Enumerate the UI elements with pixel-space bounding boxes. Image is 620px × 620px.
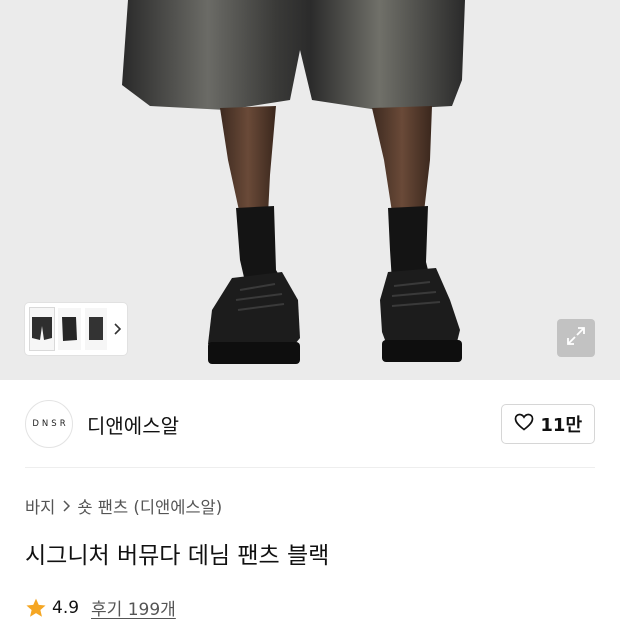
- breadcrumb-category[interactable]: 바지: [25, 494, 55, 518]
- like-count: 11만: [540, 415, 582, 436]
- rating-score: 4.9: [52, 597, 80, 618]
- breadcrumb-subcategory[interactable]: 숏 팬츠 (디앤에스알): [77, 494, 222, 518]
- chevron-right-icon[interactable]: [111, 308, 122, 350]
- rating-row: 4.9 후기 199개: [25, 595, 176, 620]
- breadcrumb: 바지 숏 팬츠 (디앤에스알): [25, 494, 222, 518]
- brand-row: DNSR 디앤에스알 11만: [25, 399, 595, 449]
- thumbnail-2[interactable]: [58, 308, 81, 350]
- product-title: 시그니처 버뮤다 데님 팬츠 블랙: [25, 543, 330, 569]
- thumbnail-1[interactable]: [29, 307, 55, 351]
- divider: [25, 467, 595, 468]
- brand-logo[interactable]: DNSR: [25, 400, 73, 448]
- heart-outline-icon: [514, 413, 534, 435]
- brand-name[interactable]: 디앤에스알: [87, 410, 179, 439]
- chevron-right-icon: [62, 500, 71, 512]
- thumbnail-3[interactable]: [84, 308, 108, 350]
- product-image[interactable]: [0, 0, 620, 380]
- thumbnail-strip: [25, 303, 127, 355]
- expand-button[interactable]: [557, 319, 595, 357]
- expand-icon: [566, 326, 586, 350]
- star-icon: [25, 597, 47, 619]
- like-button[interactable]: 11만: [501, 404, 595, 444]
- review-count-link[interactable]: 후기 199개: [91, 595, 176, 620]
